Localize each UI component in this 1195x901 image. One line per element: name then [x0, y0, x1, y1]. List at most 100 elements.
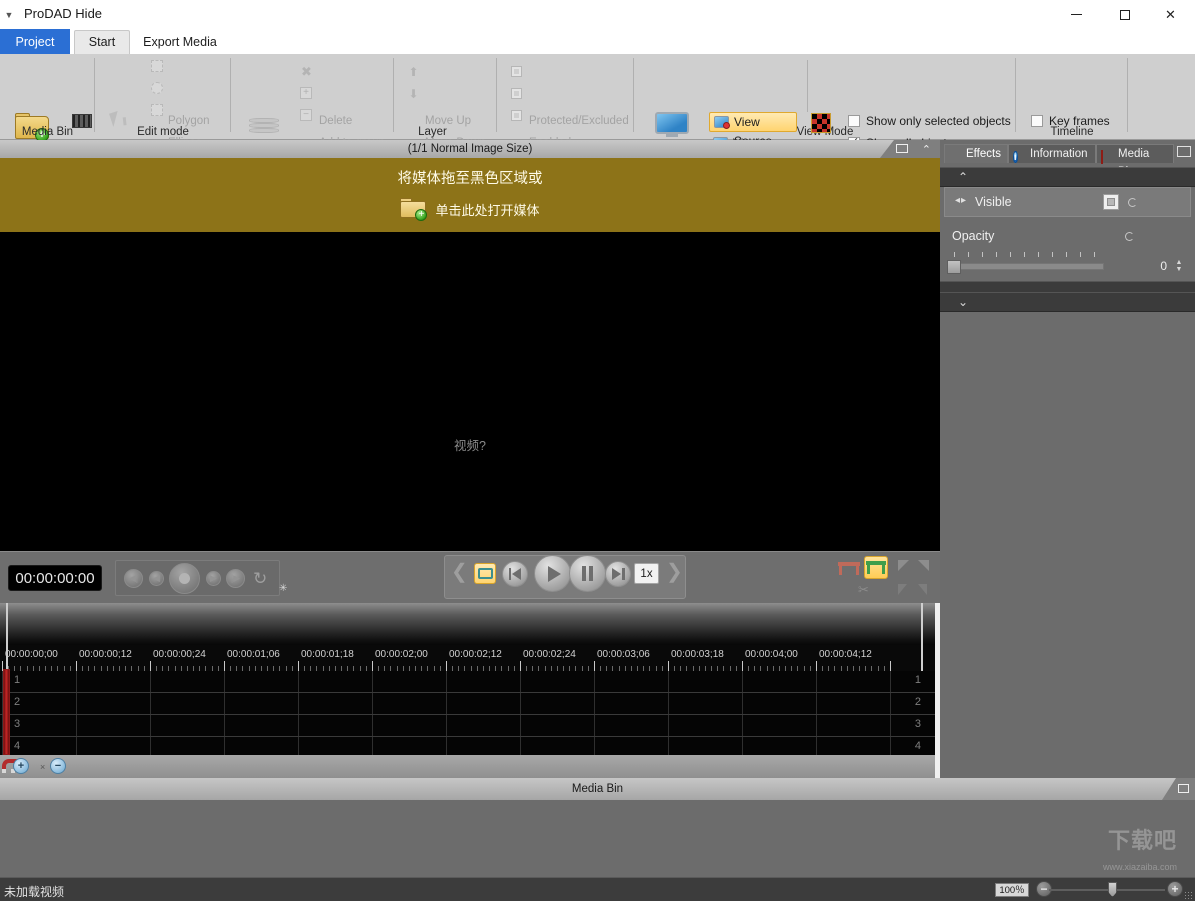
- track-row[interactable]: 3 3: [0, 715, 935, 737]
- ruler-label: 00:00:00;12: [79, 649, 132, 660]
- skip-forward-icon[interactable]: |▶: [226, 569, 245, 588]
- tab-start[interactable]: Start: [74, 30, 130, 54]
- protected-excluded-checkbox[interactable]: [511, 66, 522, 77]
- timeline-zoom-fit-icon[interactable]: ×: [40, 762, 45, 772]
- trim-right-edge-icon[interactable]: [918, 584, 927, 595]
- loop-refresh-icon[interactable]: ↻: [253, 569, 267, 588]
- playhead-line[interactable]: [6, 603, 8, 671]
- zoom-slider-track[interactable]: [1049, 889, 1165, 891]
- jump-to-end-button[interactable]: [605, 561, 631, 587]
- play-button[interactable]: [534, 555, 571, 592]
- transport-left-group: ◀| ◀ ▶ |▶ ↻ ✳: [115, 560, 287, 596]
- ruler-label: 00:00:01;18: [301, 649, 354, 660]
- resize-grip-icon[interactable]: [1184, 891, 1192, 899]
- tab-effects[interactable]: Effects: [944, 144, 1008, 163]
- track-row[interactable]: 1 1: [0, 671, 935, 693]
- close-button[interactable]: ✕: [1148, 0, 1193, 29]
- track-number-left: 1: [14, 674, 21, 686]
- tab-project[interactable]: Project: [0, 29, 70, 54]
- jump-to-start-button[interactable]: [502, 561, 528, 587]
- timeline-panel: 00:00:00;00 00:00:00;12 00:00:00;24 00:0…: [0, 603, 935, 778]
- snapshot-icon[interactable]: ✳: [279, 583, 287, 594]
- visible-keyframe-clock-icon[interactable]: [1128, 198, 1137, 207]
- zoom-in-button[interactable]: +: [1167, 881, 1183, 897]
- section-expand-bar-2[interactable]: ⌄: [940, 292, 1195, 312]
- pause-icon: [582, 566, 593, 581]
- opacity-slider-row[interactable]: 0 ▲ ▼: [944, 252, 1191, 278]
- loop-region-button[interactable]: [474, 563, 496, 584]
- maximize-button[interactable]: [1102, 0, 1147, 29]
- media-bin-restore-icon[interactable]: [1178, 784, 1189, 793]
- media-bin-body[interactable]: [0, 800, 1195, 877]
- view-result-monitor-icon: [655, 112, 689, 137]
- step-forward-icon[interactable]: ▶: [206, 571, 221, 586]
- checkerboard-swatch-icon[interactable]: [811, 113, 831, 133]
- step-back-icon[interactable]: ◀: [149, 571, 164, 586]
- opacity-keyframe-clock-icon[interactable]: [1125, 232, 1134, 241]
- trim-end-icon[interactable]: [918, 560, 929, 571]
- tab-media-bin[interactable]: Media Bin: [1096, 144, 1174, 178]
- enabled-checkbox[interactable]: [511, 88, 522, 99]
- chevron-left-icon[interactable]: ❮: [451, 562, 468, 582]
- status-bar: 未加载视频 100％ − +: [0, 877, 1195, 901]
- trim-left-edge-icon[interactable]: [898, 584, 907, 595]
- red-square-icon: [1101, 148, 1114, 164]
- playhead-handle[interactable]: [3, 669, 10, 755]
- title-bar: ▼ ProDAD Hide ✕: [0, 0, 1195, 29]
- zoom-level-field[interactable]: 100％: [995, 883, 1029, 897]
- timeline-tracks[interactable]: 1 1 2 2 3 3 4 4: [0, 671, 935, 759]
- loop-region-icon: [478, 568, 493, 579]
- minimize-button[interactable]: [1054, 0, 1099, 29]
- tab-effects-label: Effects: [966, 148, 1001, 160]
- track-row[interactable]: 2 2: [0, 693, 935, 715]
- group-title-timeline: Timeline: [1050, 126, 1094, 138]
- chevron-right-icon[interactable]: ❯: [666, 562, 683, 582]
- open-media-row[interactable]: + 单击此处打开媒体: [0, 198, 940, 221]
- zoom-slider-handle[interactable]: [1108, 882, 1117, 897]
- timeline-ruler[interactable]: 00:00:00;00 00:00:00;12 00:00:00;24 00:0…: [0, 645, 935, 671]
- jump-end-icon: [611, 568, 625, 580]
- opacity-slider-track[interactable]: [951, 263, 1104, 270]
- opacity-property-row: Opacity: [944, 222, 1191, 250]
- right-panel-restore-icon[interactable]: [1177, 146, 1191, 157]
- playback-speed[interactable]: 1x: [634, 563, 659, 584]
- preview-canvas[interactable]: 视频?: [0, 232, 940, 603]
- drop-media-banner[interactable]: 将媒体拖至黑色区域或 + 单击此处打开媒体: [0, 158, 940, 232]
- visible-checkbox[interactable]: [1103, 194, 1119, 210]
- delete-icon: ✖: [301, 64, 312, 79]
- skip-back-icon[interactable]: ◀|: [124, 569, 143, 588]
- mark-in-button[interactable]: [838, 559, 860, 578]
- timeline-header-gradient: [0, 603, 935, 645]
- section-collapse-bar-top[interactable]: ⌃: [940, 167, 1195, 187]
- cut-icon[interactable]: ✂: [858, 582, 869, 598]
- ellipse-icon: [151, 82, 163, 94]
- tab-information[interactable]: i Information: [1008, 144, 1096, 163]
- ruler-label: 00:00:04;00: [745, 649, 798, 660]
- move-down-icon: ⬇: [408, 87, 419, 101]
- quick-access-toolbar-arrow-icon[interactable]: ▼: [3, 9, 15, 21]
- chevron-up-icon: ⌃: [958, 170, 969, 184]
- timeline-zoom-in-button[interactable]: +: [13, 758, 29, 774]
- timeline-zoom-out-button[interactable]: −: [50, 758, 66, 774]
- view-source-button[interactable]: View Source: [709, 112, 797, 148]
- mark-out-button[interactable]: [864, 556, 888, 579]
- ruler-label: 00:00:02;12: [449, 649, 502, 660]
- locked-checkbox[interactable]: [511, 110, 522, 121]
- preview-header-corner: [880, 140, 940, 158]
- record-icon[interactable]: [169, 563, 200, 594]
- preview-collapse-chevron-icon[interactable]: ⌃: [922, 141, 931, 159]
- tab-export-media[interactable]: Export Media: [132, 30, 228, 54]
- ribbon-group-edit-mode: Selector Polygon Ellipse Rectangle Edit …: [95, 54, 231, 171]
- opacity-spinner[interactable]: ▲ ▼: [1175, 259, 1183, 273]
- play-icon: [548, 565, 561, 582]
- rectangle-icon: [151, 104, 163, 116]
- preview-restore-icon[interactable]: [896, 144, 908, 153]
- visible-property-row[interactable]: ◂▸ Visible: [944, 187, 1191, 217]
- ribbon-group-layer: Add Layer ▼ ✖ Delete + Add to group − Un…: [231, 54, 634, 171]
- trim-start-icon[interactable]: [898, 560, 909, 571]
- show-only-selected-objects-checkbox[interactable]: [848, 115, 860, 127]
- timecode-display[interactable]: 00:00:00:00: [8, 565, 102, 591]
- opacity-slider-thumb[interactable]: [947, 260, 961, 274]
- transport-right-group: ✂: [838, 554, 934, 602]
- pause-button[interactable]: [569, 555, 606, 592]
